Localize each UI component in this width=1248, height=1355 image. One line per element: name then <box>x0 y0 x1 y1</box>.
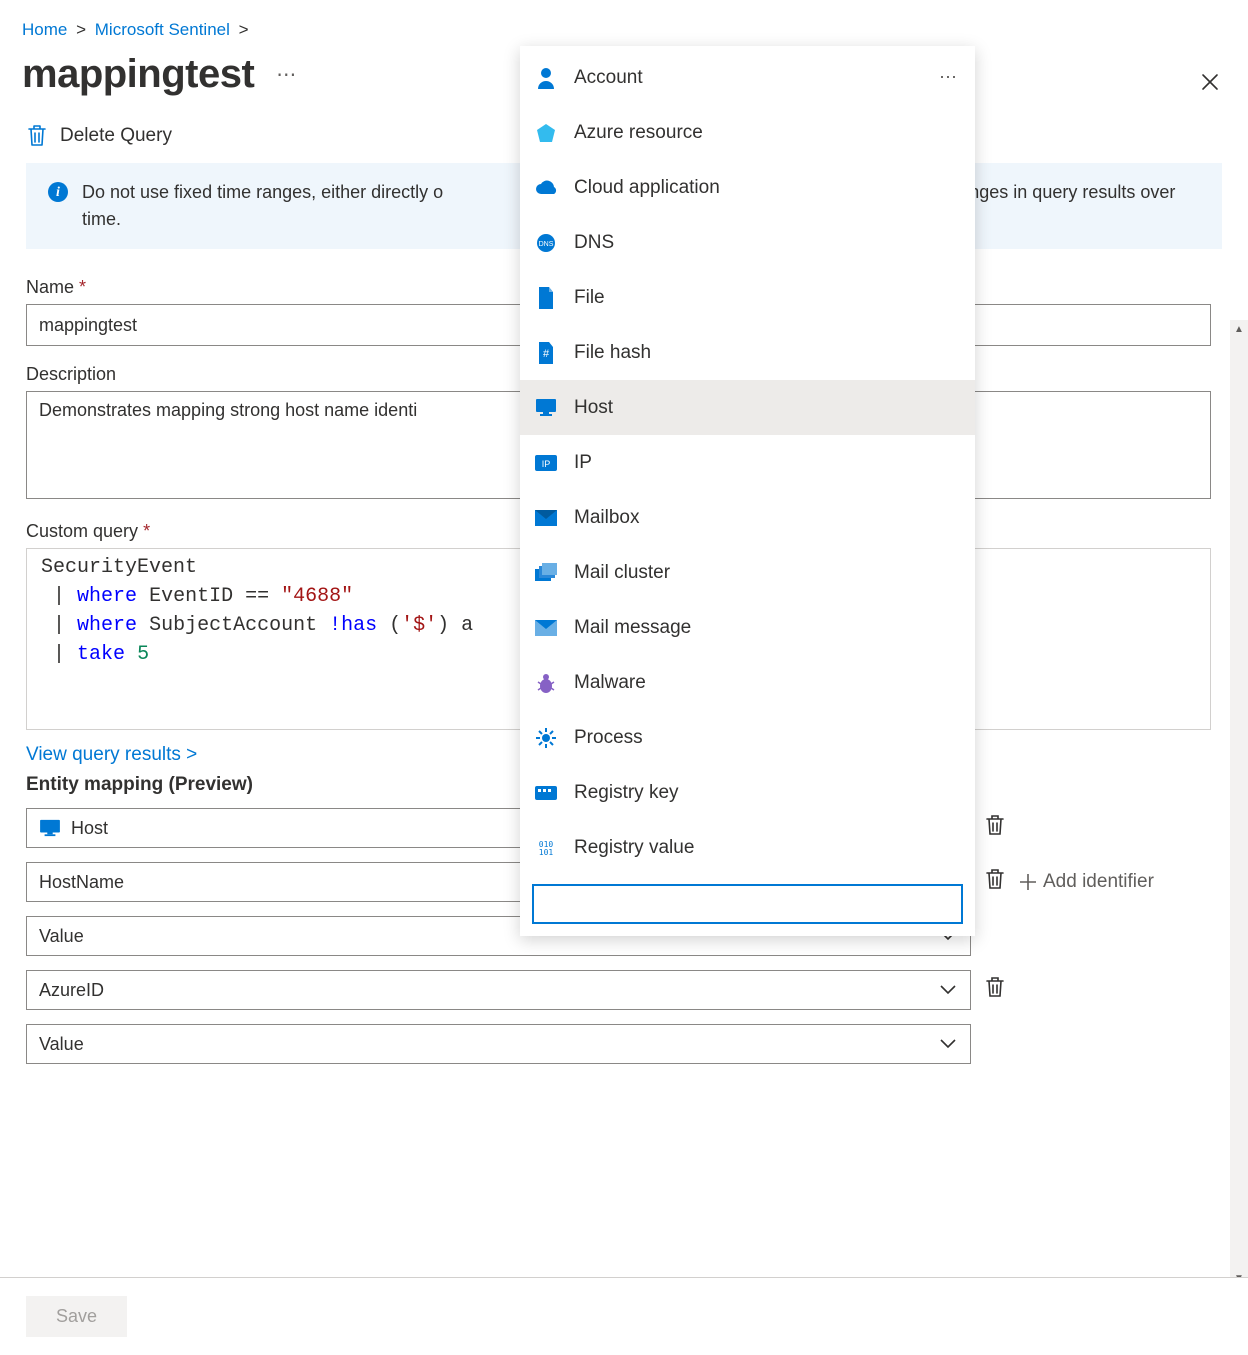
malware-icon <box>534 671 558 695</box>
azure-icon <box>534 121 558 145</box>
svg-text:101: 101 <box>539 848 554 857</box>
plus-icon <box>1019 873 1037 891</box>
entity-option-label: Registry value <box>574 837 694 859</box>
entity-option-registry-key[interactable]: Registry key <box>520 765 975 820</box>
remove-identifier-1-button[interactable] <box>985 868 1005 897</box>
footer: Save <box>0 1277 1248 1355</box>
chevron-down-icon <box>938 980 958 1000</box>
entity-option-label: Azure resource <box>574 122 703 144</box>
identifier-2-value: AzureID <box>39 980 938 1001</box>
identifier-2-value-text: Value <box>39 1034 938 1055</box>
entity-option-host[interactable]: Host <box>520 380 975 435</box>
identifier-2-select[interactable]: AzureID <box>26 970 971 1010</box>
mailbox-icon <box>534 506 558 530</box>
entity-option-label: Process <box>574 727 643 749</box>
breadcrumb-sep-1: > <box>76 20 86 39</box>
close-button[interactable] <box>1200 72 1220 97</box>
mailcluster-icon <box>534 561 558 585</box>
breadcrumb-home[interactable]: Home <box>22 20 67 39</box>
add-identifier-button[interactable]: Add identifier <box>1019 871 1154 893</box>
save-button[interactable]: Save <box>26 1296 127 1337</box>
mailmsg-icon <box>534 616 558 640</box>
svg-text:DNS: DNS <box>539 241 554 248</box>
entity-option-label: Account <box>574 67 643 89</box>
entity-option-label: DNS <box>574 232 614 254</box>
host-icon <box>534 396 558 420</box>
info-icon: i <box>48 182 68 202</box>
trash-icon <box>26 123 48 149</box>
entity-option-dns[interactable]: DNS DNS <box>520 215 975 270</box>
entity-option-azure-resource[interactable]: Azure resource <box>520 105 975 160</box>
svg-text:#: # <box>543 348 550 360</box>
entity-option-label: Mail message <box>574 617 691 639</box>
host-icon <box>39 819 61 837</box>
remove-identifier-2-button[interactable] <box>985 976 1005 1005</box>
breadcrumb: Home > Microsoft Sentinel > <box>0 0 1248 48</box>
file-icon <box>534 286 558 310</box>
filehash-icon: # <box>534 341 558 365</box>
breadcrumb-sep-2: > <box>239 20 249 39</box>
option-more-button[interactable]: ⋯ <box>939 67 957 88</box>
breadcrumb-sentinel[interactable]: Microsoft Sentinel <box>95 20 230 39</box>
svg-text:IP: IP <box>542 459 551 469</box>
view-query-results-link[interactable]: View query results > <box>26 744 197 766</box>
entity-option-label: Malware <box>574 672 646 694</box>
entity-option-label: IP <box>574 452 592 474</box>
identifier-2-value-select[interactable]: Value <box>26 1024 971 1064</box>
entity-type-filter-input[interactable] <box>532 884 963 924</box>
entity-option-label: File hash <box>574 342 651 364</box>
entity-option-registry-value[interactable]: 010101 Registry value <box>520 820 975 874</box>
remove-entity-button[interactable] <box>985 814 1005 843</box>
more-menu-button[interactable]: ⋯ <box>276 62 296 87</box>
scroll-up-arrow[interactable]: ▲ <box>1230 320 1248 338</box>
entity-option-account[interactable]: Account ⋯ <box>520 50 975 105</box>
entity-option-process[interactable]: Process <box>520 710 975 765</box>
entity-option-file[interactable]: File <box>520 270 975 325</box>
delete-query-label: Delete Query <box>60 125 172 147</box>
regval-icon: 010101 <box>534 836 558 860</box>
entity-option-ip[interactable]: IP IP <box>520 435 975 490</box>
entity-option-label: Mailbox <box>574 507 639 529</box>
add-identifier-label: Add identifier <box>1043 871 1154 893</box>
entity-option-mail-message[interactable]: Mail message <box>520 600 975 655</box>
entity-option-label: Cloud application <box>574 177 720 199</box>
entity-type-option-list[interactable]: Account ⋯ Azure resource Cloud application D… <box>520 46 975 874</box>
entity-option-file-hash[interactable]: # File hash <box>520 325 975 380</box>
entity-option-malware[interactable]: Malware <box>520 655 975 710</box>
entity-option-label: File <box>574 287 605 309</box>
close-icon <box>1200 72 1220 92</box>
entity-option-cloud-application[interactable]: Cloud application <box>520 160 975 215</box>
ip-icon: IP <box>534 451 558 475</box>
entity-option-mailbox[interactable]: Mailbox <box>520 490 975 545</box>
dns-icon: DNS <box>534 231 558 255</box>
entity-type-dropdown: Account ⋯ Azure resource Cloud application D… <box>520 46 975 936</box>
entity-option-label: Mail cluster <box>574 562 670 584</box>
panel-scrollbar[interactable]: ▲ ▼ <box>1230 320 1248 1287</box>
entity-option-mail-cluster[interactable]: Mail cluster <box>520 545 975 600</box>
cloud-icon <box>534 176 558 200</box>
account-icon <box>534 66 558 90</box>
entity-option-label: Registry key <box>574 782 679 804</box>
process-icon <box>534 726 558 750</box>
chevron-down-icon <box>938 1034 958 1054</box>
regkey-icon <box>534 781 558 805</box>
page-title: mappingtest <box>22 52 254 97</box>
entity-option-label: Host <box>574 397 613 419</box>
